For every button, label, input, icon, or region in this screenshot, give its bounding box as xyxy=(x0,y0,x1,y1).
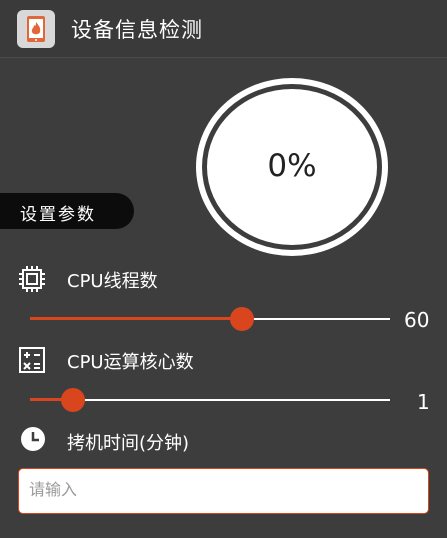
cpu-cores-value: 1 xyxy=(417,390,430,414)
cpu-threads-label: CPU线程数 xyxy=(67,271,158,292)
clock-icon xyxy=(19,425,47,457)
app-title: 设备信息检测 xyxy=(71,18,203,42)
cpu-cores-slider[interactable] xyxy=(30,388,390,412)
cpu-cores-label: CPU运算核心数 xyxy=(67,352,194,373)
cpu-threads-value: 60 xyxy=(404,308,430,332)
section-tag: 设置参数 xyxy=(0,193,134,229)
cpu-threads-slider[interactable] xyxy=(30,307,390,331)
burn-time-input[interactable] xyxy=(18,468,429,514)
slider-fill xyxy=(30,317,243,320)
slider-thumb[interactable] xyxy=(61,388,86,412)
app-bar: 设备信息检测 xyxy=(0,0,447,58)
cpu-chip-icon xyxy=(18,265,46,297)
flame-tablet-icon xyxy=(17,10,55,48)
calculator-icon xyxy=(18,346,46,378)
progress-value: 0% xyxy=(267,148,317,184)
slider-thumb[interactable] xyxy=(230,307,255,331)
progress-gauge: 0% xyxy=(196,78,388,256)
section-label: 设置参数 xyxy=(20,205,96,225)
burn-time-label: 拷机时间(分钟) xyxy=(67,433,190,454)
